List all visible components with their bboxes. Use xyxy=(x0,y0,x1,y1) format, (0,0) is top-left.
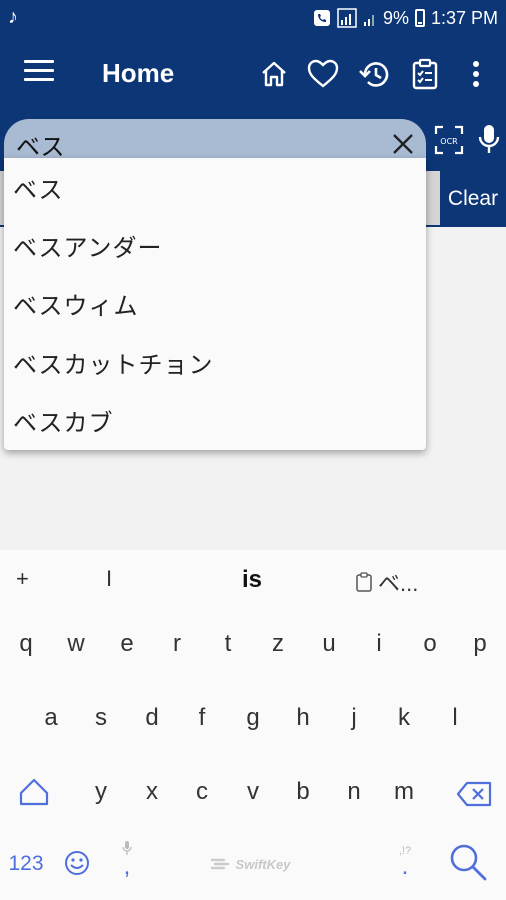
key-w[interactable]: w xyxy=(56,624,96,664)
app-bar: Home xyxy=(0,36,506,113)
key-v[interactable]: v xyxy=(233,772,273,812)
favorite-icon[interactable] xyxy=(305,56,341,92)
history-icon[interactable] xyxy=(357,56,393,92)
key-u[interactable]: u xyxy=(309,624,349,664)
key-s[interactable]: s xyxy=(81,698,121,738)
signal-strength-icon xyxy=(363,9,377,27)
search-input[interactable] xyxy=(16,127,376,161)
key-a[interactable]: a xyxy=(31,698,71,738)
signal-box-icon xyxy=(337,8,357,28)
comma-label: , xyxy=(123,853,131,880)
spacebar[interactable]: SwiftKey xyxy=(150,846,350,882)
suggestion-item[interactable]: ベスアンダー xyxy=(4,216,426,274)
home-icon[interactable] xyxy=(256,56,292,92)
clipboard-icon xyxy=(356,572,372,592)
status-bar: ♪ 9% 1:37 PM xyxy=(0,0,506,36)
key-r[interactable]: r xyxy=(157,624,197,664)
clock: 1:37 PM xyxy=(430,7,498,28)
prediction-bar: + I is ベ... xyxy=(0,550,506,608)
more-options-icon[interactable] xyxy=(458,56,494,92)
battery-percent: 9% xyxy=(382,7,409,28)
key-h[interactable]: h xyxy=(283,698,323,738)
numbers-key[interactable]: 123 xyxy=(4,844,48,884)
key-e[interactable]: e xyxy=(107,624,147,664)
key-o[interactable]: o xyxy=(410,624,450,664)
emoji-icon[interactable] xyxy=(62,848,92,878)
suggestion-item[interactable]: ベスカットチョン xyxy=(4,333,426,391)
key-c[interactable]: c xyxy=(182,772,222,812)
mic-icon[interactable] xyxy=(476,123,502,155)
key-q[interactable]: q xyxy=(6,624,46,664)
prediction-expand[interactable]: + xyxy=(16,566,29,592)
status-icons: 9% 1:37 PM xyxy=(313,6,498,30)
suggestion-list: ベス ベスアンダー ベスウィム ベスカットチョン ベスカブ xyxy=(4,158,426,450)
period-key[interactable]: ,!? . xyxy=(392,836,418,886)
page-title: Home xyxy=(102,58,175,88)
clear-button[interactable]: Clear xyxy=(440,171,506,227)
key-b[interactable]: b xyxy=(283,772,323,812)
music-note-icon: ♪ xyxy=(8,6,18,28)
prediction-clipboard[interactable]: ベ... xyxy=(356,566,418,598)
key-k[interactable]: k xyxy=(384,698,424,738)
prediction-word[interactable]: is xyxy=(242,566,262,594)
period-label: . xyxy=(401,853,409,880)
menu-icon[interactable] xyxy=(24,60,54,86)
key-l[interactable]: l xyxy=(435,698,475,738)
key-f[interactable]: f xyxy=(182,698,222,738)
key-j[interactable]: j xyxy=(334,698,374,738)
key-y[interactable]: y xyxy=(81,772,121,812)
key-g[interactable]: g xyxy=(233,698,273,738)
backspace-icon[interactable] xyxy=(454,774,494,814)
clipboard-icon[interactable] xyxy=(407,56,443,92)
ocr-scan-icon[interactable]: OCR xyxy=(434,125,464,155)
comma-key[interactable]: , xyxy=(114,834,140,884)
key-z[interactable]: z xyxy=(258,624,298,664)
key-n[interactable]: n xyxy=(334,772,374,812)
key-x[interactable]: x xyxy=(132,772,172,812)
suggestion-item[interactable]: ベスウィム xyxy=(4,275,426,333)
prediction-word[interactable]: I xyxy=(106,566,112,592)
call-icon xyxy=(313,9,331,27)
swiftkey-logo-icon xyxy=(210,858,229,870)
spacebar-brand: SwiftKey xyxy=(235,856,291,872)
battery-icon xyxy=(414,9,425,27)
svg-text:OCR: OCR xyxy=(440,137,458,146)
key-p[interactable]: p xyxy=(460,624,500,664)
key-i[interactable]: i xyxy=(359,624,399,664)
close-icon[interactable] xyxy=(388,129,418,159)
keyboard: + I is ベ... q w e r t z u i o p a s d f … xyxy=(0,550,506,900)
key-m[interactable]: m xyxy=(384,772,424,812)
key-t[interactable]: t xyxy=(208,624,248,664)
suggestion-item[interactable]: ベス xyxy=(4,158,426,216)
suggestion-item[interactable]: ベスカブ xyxy=(4,392,426,450)
clipboard-preview: ベ... xyxy=(378,571,419,596)
shift-icon[interactable] xyxy=(14,772,54,812)
key-d[interactable]: d xyxy=(132,698,172,738)
search-icon[interactable] xyxy=(446,840,490,884)
